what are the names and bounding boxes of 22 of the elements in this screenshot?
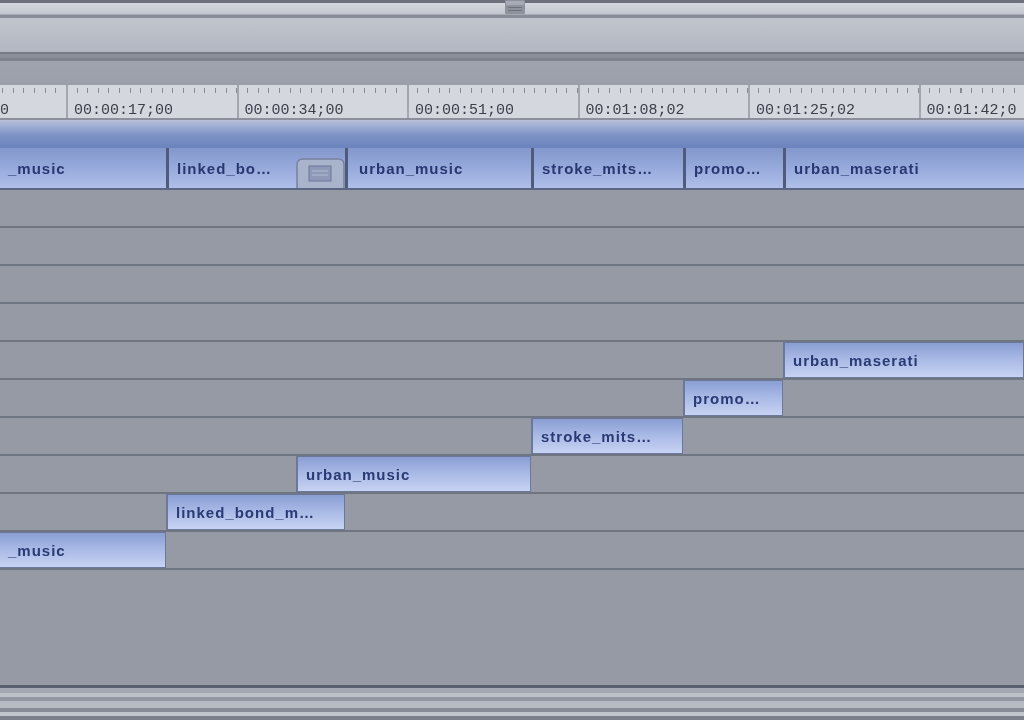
timecode-label: 00:00:34;00 [244,102,344,119]
timecode-label: 00:00:17;00 [74,102,174,119]
clip[interactable]: stroke_mits… [531,148,683,188]
timecode-label: 00:01:08;02 [585,102,685,119]
timecode-label: 00:00:51;00 [415,102,515,119]
clip[interactable]: promo… [683,380,783,416]
clip[interactable]: linked_bo… [166,148,345,188]
clip[interactable]: urban_maserati [783,148,1024,188]
clip[interactable]: _music [0,532,166,568]
clip[interactable]: urban_music [345,148,531,188]
grip-icon[interactable] [505,0,525,14]
timecode-label: 00:01:25;02 [756,102,856,119]
clip[interactable]: linked_bond_m… [166,494,345,530]
timecode-label: 0 [0,102,9,119]
clip[interactable]: urban_maserati [783,342,1024,378]
clip[interactable]: promo… [683,148,783,188]
clip[interactable]: stroke_mits… [531,418,683,454]
timecode-label: 00:01:42;0 [926,102,1017,119]
clip[interactable]: urban_music [296,456,531,492]
clip[interactable]: _music [0,148,166,188]
transition-icon[interactable] [296,157,345,188]
timecode-ruler[interactable]: 0 00:00:17;00 00:00:34;00 00:00:51;00 00:01:08;02 00:01:25;02 00:01:42;0 [0,85,1024,120]
